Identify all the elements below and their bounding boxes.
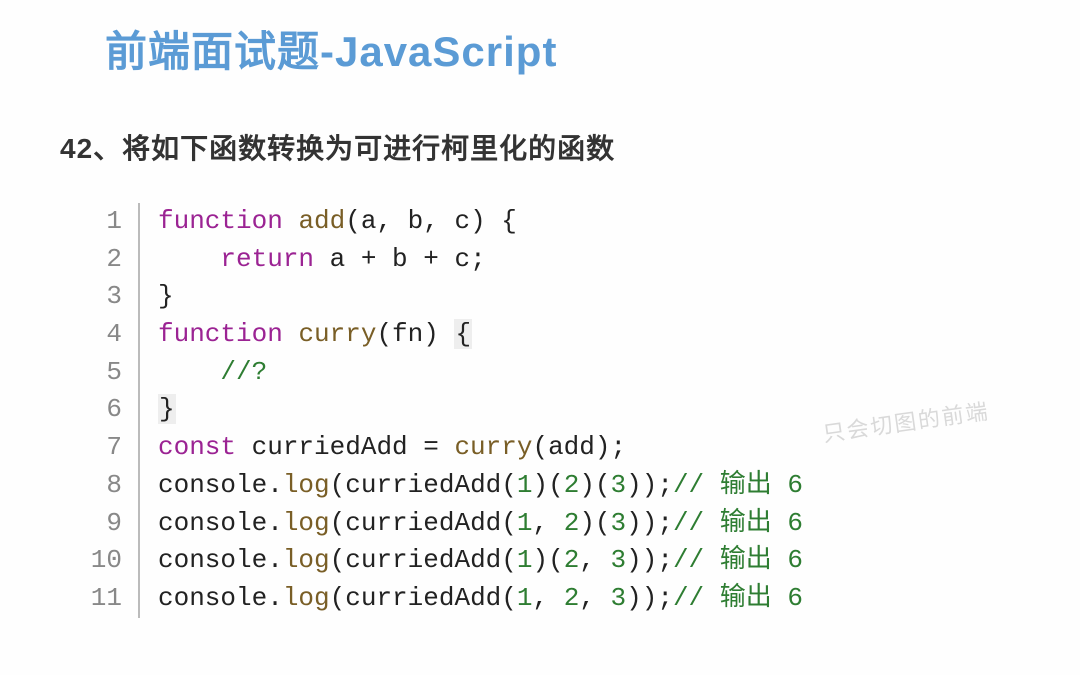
token-num: 1 [517,583,533,613]
token-cursor-box: } [158,394,176,424]
token-kw: function [158,206,283,236]
code-block: 1function add(a, b, c) {2 return a + b +… [80,203,1080,618]
token-num: 2 [564,583,580,613]
token-kw: return [220,244,314,274]
token: console. [158,545,283,575]
code-content: //? [138,354,267,392]
token: )); [626,470,673,500]
token-num: 3 [611,508,627,538]
token-num: 2 [564,508,580,538]
token: (add); [532,432,626,462]
line-number: 10 [80,542,138,580]
line-number: 5 [80,354,138,392]
code-content: function add(a, b, c) { [138,203,517,241]
token-comment: // 输出 6 [673,508,803,538]
token: (curriedAdd( [330,470,517,500]
token-num: 1 [517,470,533,500]
token-fn: curry [454,432,532,462]
code-content: console.log(curriedAdd(1)(2, 3));// 输出 6 [138,542,803,580]
token: console. [158,470,283,500]
code-content: } [138,278,174,316]
token: a + b + c; [314,244,486,274]
code-content: console.log(curriedAdd(1)(2)(3));// 输出 6 [138,467,803,505]
token-num: 1 [517,508,533,538]
code-content: console.log(curriedAdd(1, 2, 3));// 输出 6 [138,580,803,618]
line-number: 3 [80,278,138,316]
token: , [532,583,563,613]
line-number: 9 [80,505,138,543]
code-line: 1function add(a, b, c) { [80,203,1080,241]
question-text: 42、将如下函数转换为可进行柯里化的函数 [0,79,1080,167]
token-comment: // 输出 6 [673,583,803,613]
token: , [579,583,610,613]
token: )); [626,583,673,613]
token-fn: log [283,508,330,538]
token: console. [158,583,283,613]
token: (curriedAdd( [330,508,517,538]
token: } [158,281,174,311]
code-line: 10console.log(curriedAdd(1)(2, 3));// 输出… [80,542,1080,580]
token-fn: add [298,206,345,236]
code-line: 11console.log(curriedAdd(1, 2, 3));// 输出… [80,580,1080,618]
token-num: 2 [564,470,580,500]
code-content: } [138,391,176,429]
line-number: 8 [80,467,138,505]
code-line: 3} [80,278,1080,316]
token-num: 3 [611,583,627,613]
line-number: 6 [80,391,138,429]
code-content: return a + b + c; [138,241,486,279]
token: (a, b, c) { [345,206,517,236]
code-line: 6} [80,391,1080,429]
line-number: 4 [80,316,138,354]
line-number: 11 [80,580,138,618]
code-line: 4function curry(fn) { [80,316,1080,354]
token: , [532,508,563,538]
token-comment: // 输出 6 [673,470,803,500]
token-num: 3 [611,470,627,500]
token: (curriedAdd( [330,583,517,613]
token: (curriedAdd( [330,545,517,575]
token-fn: log [283,545,330,575]
token-cursor-box: { [454,319,472,349]
token [158,357,220,387]
code-line: 2 return a + b + c; [80,241,1080,279]
token-fn: log [283,583,330,613]
token-num: 2 [564,545,580,575]
token [283,206,299,236]
code-line: 5 //? [80,354,1080,392]
token-fn: log [283,470,330,500]
line-number: 2 [80,241,138,279]
token: (fn) [376,319,454,349]
code-content: const curriedAdd = curry(add); [138,429,626,467]
page-title: 前端面试题-JavaScript [0,0,1080,79]
token: curriedAdd = [236,432,454,462]
token: , [579,545,610,575]
token [283,319,299,349]
token-num: 1 [517,545,533,575]
token-num: 3 [611,545,627,575]
code-content: function curry(fn) { [138,316,472,354]
code-line: 9console.log(curriedAdd(1, 2)(3));// 输出 … [80,505,1080,543]
token: )( [532,545,563,575]
token-kw: function [158,319,283,349]
token-comment: //? [220,357,267,387]
token-comment: // 输出 6 [673,545,803,575]
token: )); [626,545,673,575]
token: )); [626,508,673,538]
code-line: 8console.log(curriedAdd(1)(2)(3));// 输出 … [80,467,1080,505]
line-number: 7 [80,429,138,467]
token: )( [579,470,610,500]
code-content: console.log(curriedAdd(1, 2)(3));// 输出 6 [138,505,803,543]
token: )( [532,470,563,500]
token-kw: const [158,432,236,462]
line-number: 1 [80,203,138,241]
token: )( [579,508,610,538]
token [158,244,220,274]
code-line: 7const curriedAdd = curry(add); [80,429,1080,467]
token: console. [158,508,283,538]
token-fn: curry [298,319,376,349]
